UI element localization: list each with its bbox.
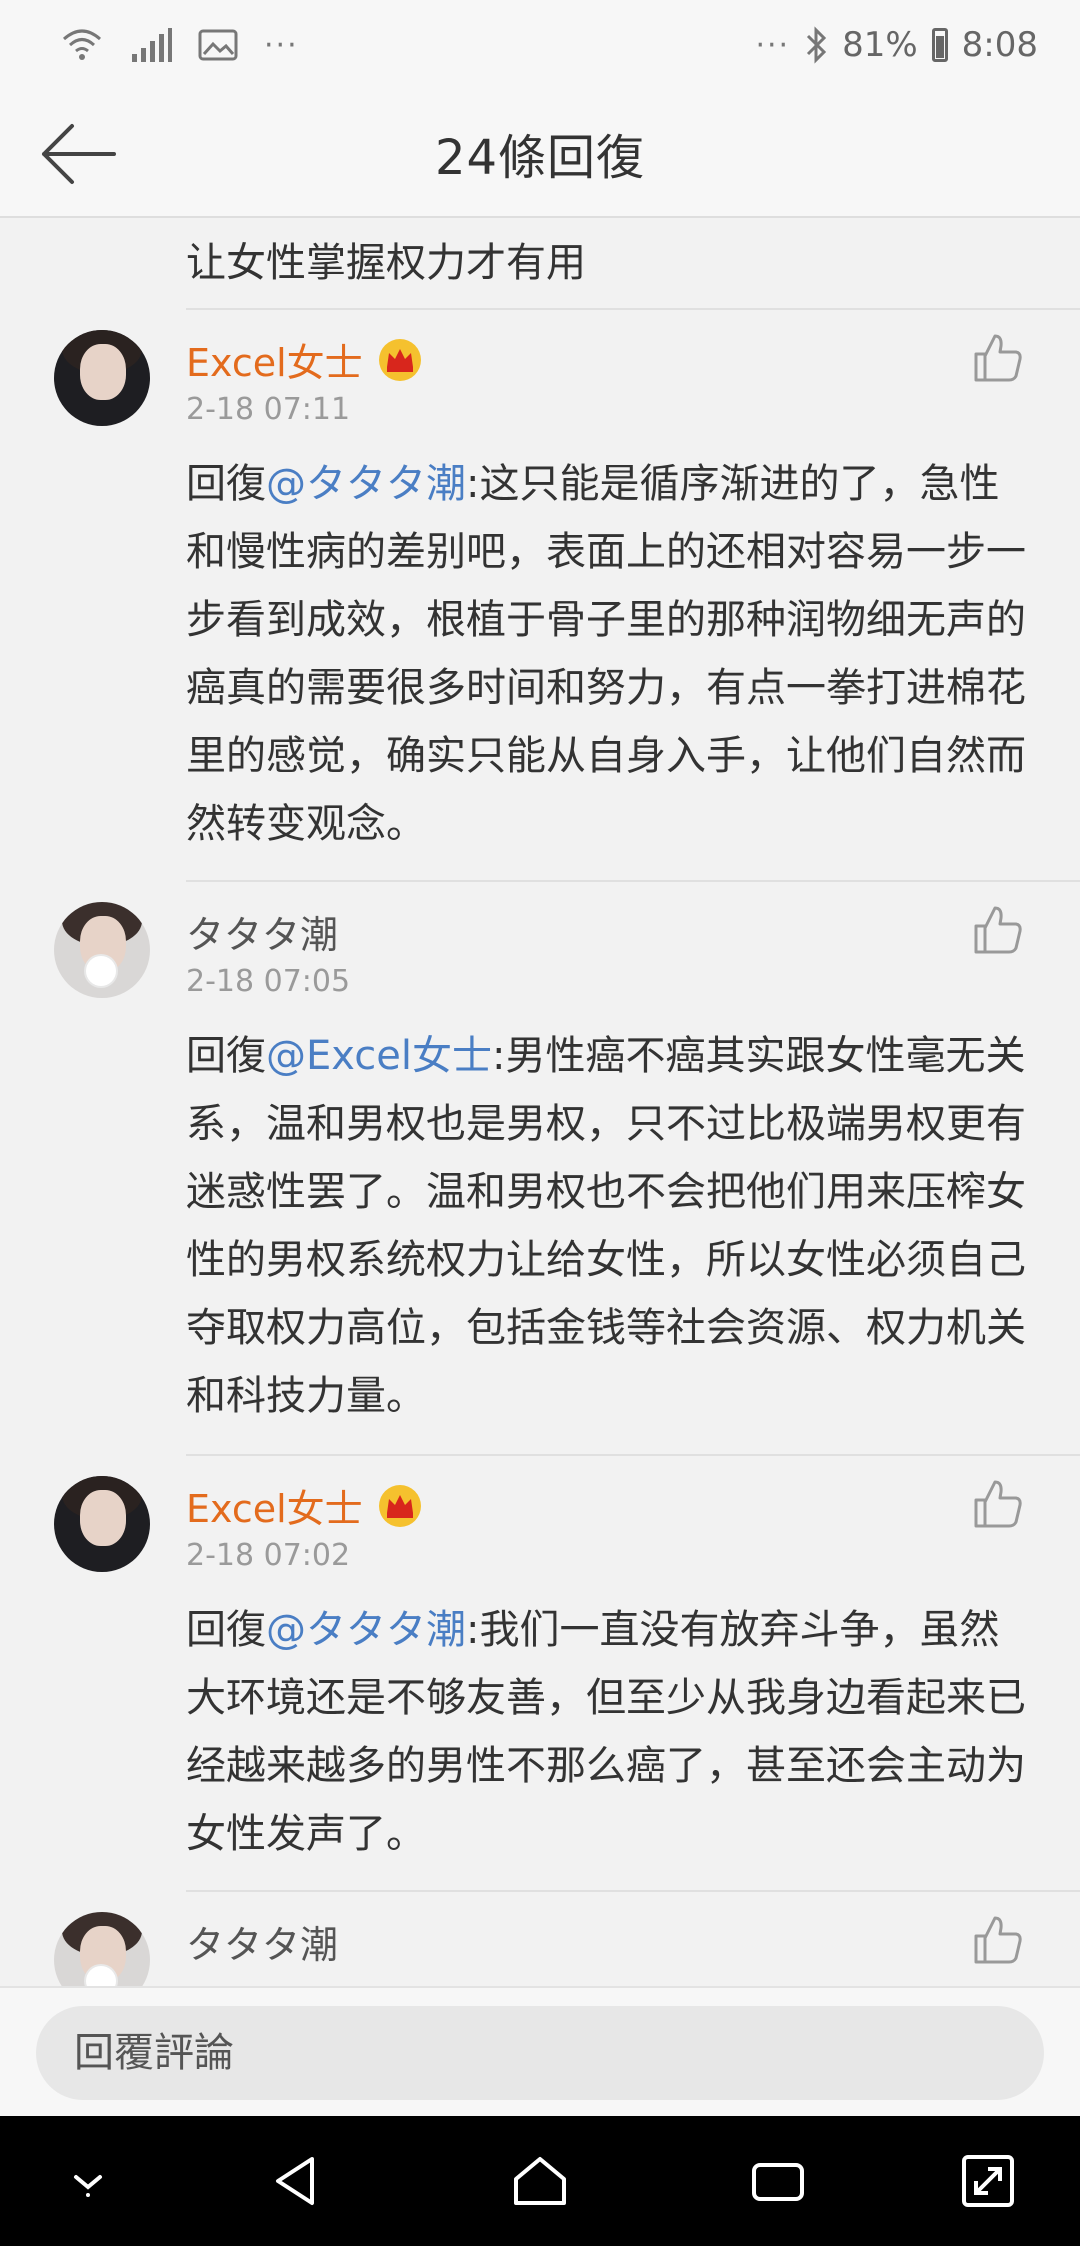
comment-item: タタタ潮 2-18 07:05 回復@Excel女士:男性癌不癌其实跟女性毫无关…: [0, 882, 1080, 1419]
top-app-bar: 24條回復: [0, 90, 1080, 218]
nav-down-icon[interactable]: [58, 2151, 118, 2211]
battery-percent: 81%: [842, 25, 918, 65]
avatar[interactable]: [54, 1912, 150, 1986]
reply-input[interactable]: 回覆評論: [36, 2006, 1044, 2100]
battery-icon: [931, 28, 948, 62]
crown-icon: [378, 1484, 421, 1527]
status-overflow-right: ···: [755, 27, 791, 63]
avatar[interactable]: [54, 1476, 150, 1572]
commenter-name[interactable]: タタタ潮: [186, 904, 338, 959]
comment-text: :这只能是循序渐进的了，急性和慢性病的差别吧，表面上的还相对容易一步一步看到成效…: [186, 461, 1026, 847]
thumbs-up-icon[interactable]: [972, 1914, 1024, 1966]
mention-link[interactable]: @タタタ潮: [266, 1607, 466, 1653]
previous-comment-text: 让女性掌握权力才有用: [186, 240, 586, 286]
commenter-name[interactable]: Excel女士: [186, 1478, 423, 1533]
clock: 8:08: [961, 25, 1038, 65]
commenter-name-text: Excel女士: [186, 1487, 363, 1531]
comment-time: 2-18 07:05: [186, 964, 351, 999]
comment-body: 回復@タタタ潮:这只能是循序渐进的了，急性和慢性病的差别吧，表面上的还相对容易一…: [186, 450, 1036, 858]
status-overflow-left: ···: [264, 27, 299, 63]
comment-body: 回復@Excel女士:男性癌不癌其实跟女性毫无关系，温和男权也是男权，只不过比极…: [186, 1022, 1036, 1430]
bluetooth-icon: [807, 26, 827, 64]
signal-icon: [132, 28, 172, 62]
reply-prefix: 回復: [186, 1033, 266, 1079]
comment-item: Excel女士 2-18 07:02 回復@タタタ潮:我们一直没有放弃斗争，虽然…: [0, 1456, 1080, 1857]
crown-icon: [378, 338, 421, 381]
commenter-name-text: タタタ潮: [186, 1923, 339, 1967]
mention-link[interactable]: @タタタ潮: [266, 461, 466, 507]
page-title: 24條回復: [434, 130, 646, 186]
comment-time: 2-18 07:11: [186, 392, 351, 427]
comment-item: タタタ潮: [0, 1892, 1080, 1986]
wifi-icon: [63, 29, 101, 60]
thumbs-up-icon[interactable]: [972, 1478, 1024, 1530]
commenter-name[interactable]: タタタ潮: [186, 1914, 338, 1969]
status-icons-right: ··· 81% 8:08: [755, 20, 1038, 70]
commenter-name[interactable]: Excel女士: [186, 332, 423, 387]
avatar[interactable]: [54, 330, 150, 426]
thumbs-up-icon[interactable]: [972, 332, 1024, 384]
commenter-name-text: タタタ潮: [186, 913, 339, 957]
comment-text: :男性癌不癌其实跟女性毫无关系，温和男权也是男权，只不过比极端男权更有迷惑性罢了…: [186, 1033, 1026, 1419]
system-nav-bar: [0, 2116, 1080, 2246]
reply-prefix: 回復: [186, 461, 266, 507]
mention-link[interactable]: @Excel女士: [266, 1033, 492, 1079]
comment-body: 回復@タタタ潮:我们一直没有放弃斗争，虽然大环境还是不够友善，但至少从我身边看起…: [186, 1596, 1036, 1868]
nav-home-icon[interactable]: [510, 2151, 570, 2211]
status-icons-left: ···: [60, 20, 299, 70]
image-icon: [198, 29, 238, 61]
reply-input-bar: 回覆評論: [0, 1986, 1080, 2116]
avatar[interactable]: [54, 902, 150, 998]
thumbs-up-icon[interactable]: [972, 904, 1024, 956]
nav-back-icon[interactable]: [268, 2151, 328, 2211]
comment-time: 2-18 07:02: [186, 1538, 351, 1573]
comment-item: Excel女士 2-18 07:11 回復@タタタ潮:这只能是循序渐进的了，急性…: [0, 310, 1080, 847]
reply-list[interactable]: 让女性掌握权力才有用 Excel女士 2-18 07:11 回復@タタタ潮:这只…: [0, 218, 1080, 1986]
nav-expand-icon[interactable]: [958, 2151, 1018, 2211]
reply-prefix: 回復: [186, 1607, 266, 1653]
commenter-name-text: Excel女士: [186, 341, 363, 385]
nav-recents-icon[interactable]: [748, 2151, 808, 2211]
status-bar: ··· ··· 81% 8:08: [0, 0, 1080, 90]
